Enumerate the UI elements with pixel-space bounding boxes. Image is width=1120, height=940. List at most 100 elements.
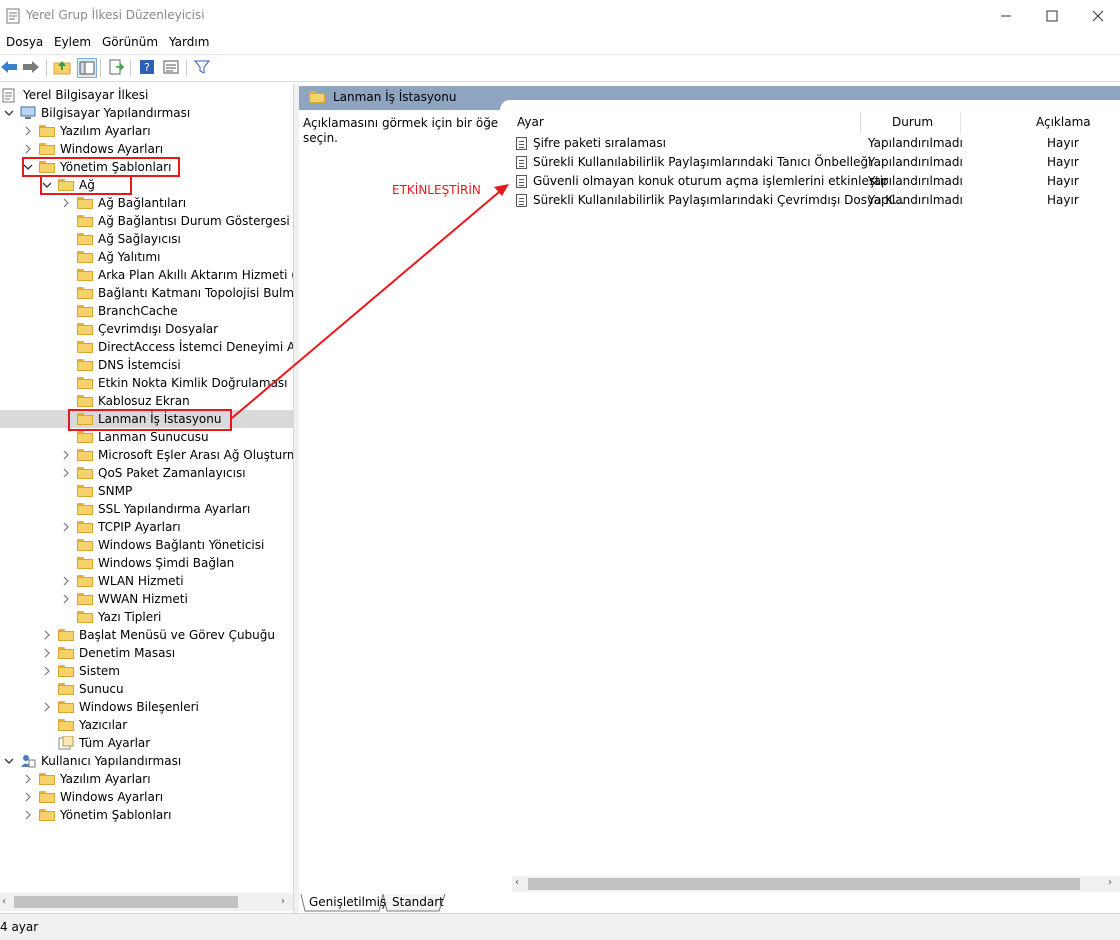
show-hide-tree-icon[interactable] bbox=[77, 58, 97, 78]
list-row[interactable]: Şifre paketi sıralaması Yapılandırılmadı H… bbox=[514, 134, 1114, 153]
tree-computer-config[interactable]: Bilgisayar Yapılandırması bbox=[0, 104, 293, 122]
tree-horizontal-scrollbar[interactable]: ‹ › bbox=[0, 893, 293, 911]
column-comment[interactable]: Açıklama bbox=[1036, 115, 1091, 129]
folder-icon bbox=[77, 377, 93, 389]
chevron-down-icon[interactable] bbox=[4, 104, 14, 122]
tree-network-item-label: WWAN Hizmeti bbox=[98, 592, 188, 606]
tree-admin-item[interactable]: Yazıcılar bbox=[0, 716, 293, 734]
tree-network-item[interactable]: SNMP bbox=[0, 482, 293, 500]
chevron-right-icon[interactable] bbox=[42, 626, 52, 644]
scrollbar-thumb[interactable] bbox=[528, 878, 1080, 890]
tree-admin-item[interactable]: Sistem bbox=[0, 662, 293, 680]
tree-network-item[interactable]: Ağ Bağlantısı Durum Göstergesi bbox=[0, 212, 293, 230]
chevron-right-icon[interactable] bbox=[42, 644, 52, 662]
folder-icon bbox=[58, 629, 74, 641]
scroll-left-icon[interactable]: ‹ bbox=[515, 877, 519, 888]
tree-admin-item[interactable]: Başlat Menüsü ve Görev Çubuğu bbox=[0, 626, 293, 644]
menu-file[interactable]: Dosya bbox=[6, 35, 43, 49]
scroll-right-icon[interactable]: › bbox=[281, 896, 285, 907]
scrollbar-thumb[interactable] bbox=[14, 896, 238, 908]
maximize-button[interactable] bbox=[1029, 0, 1075, 32]
tree-network-item-label: Arka Plan Akıllı Aktarım Hizmeti (BITS) bbox=[98, 268, 293, 282]
column-divider[interactable] bbox=[860, 112, 861, 134]
tree-network-item[interactable]: DirectAccess İstemci Deneyimi Ayarları bbox=[0, 338, 293, 356]
tree-user-config[interactable]: Kullanıcı Yapılandırması bbox=[0, 752, 293, 770]
tree-network-item[interactable]: TCPIP Ayarları bbox=[0, 518, 293, 536]
computer-icon bbox=[20, 106, 36, 120]
menu-help[interactable]: Yardım bbox=[169, 35, 209, 49]
tree-cc-windows[interactable]: Windows Ayarları bbox=[0, 140, 293, 158]
column-setting[interactable]: Ayar bbox=[517, 115, 544, 129]
tree-admin-item[interactable]: Denetim Masası bbox=[0, 644, 293, 662]
scroll-right-icon[interactable]: › bbox=[1108, 877, 1112, 888]
tree-network-item[interactable]: SSL Yapılandırma Ayarları bbox=[0, 500, 293, 518]
folder-icon bbox=[39, 125, 55, 137]
export-list-icon[interactable] bbox=[107, 58, 125, 76]
tree-network-item[interactable]: Ağ Bağlantıları bbox=[0, 194, 293, 212]
tree-admin-item[interactable]: Windows Bileşenleri bbox=[0, 698, 293, 716]
menu-view[interactable]: Görünüm bbox=[102, 35, 158, 49]
tree-uc-item[interactable]: Yazılım Ayarları bbox=[0, 770, 293, 788]
list-row[interactable]: Sürekli Kullanılabilirlik Paylaşımlarınd… bbox=[514, 153, 1114, 172]
properties-icon[interactable] bbox=[162, 58, 180, 76]
tree-network-item[interactable]: WWAN Hizmeti bbox=[0, 590, 293, 608]
chevron-right-icon[interactable] bbox=[61, 194, 71, 212]
tree-root[interactable]: Yerel Bilgisayar İlkesi bbox=[0, 86, 293, 104]
chevron-right-icon[interactable] bbox=[23, 140, 33, 158]
minimize-button[interactable] bbox=[983, 0, 1029, 32]
tab-extended[interactable]: Genişletilmiş bbox=[301, 893, 394, 911]
help-icon[interactable]: ? bbox=[138, 58, 156, 76]
chevron-right-icon[interactable] bbox=[61, 464, 71, 482]
chevron-right-icon[interactable] bbox=[23, 122, 33, 140]
chevron-right-icon[interactable] bbox=[23, 788, 33, 806]
tree-network-item[interactable]: QoS Paket Zamanlayıcısı bbox=[0, 464, 293, 482]
chevron-right-icon[interactable] bbox=[42, 698, 52, 716]
tree-network-item[interactable]: Windows Bağlantı Yöneticisi bbox=[0, 536, 293, 554]
tree-network-item[interactable]: WLAN Hizmeti bbox=[0, 572, 293, 590]
tree-uc-item[interactable]: Yönetim Şablonları bbox=[0, 806, 293, 824]
close-button[interactable] bbox=[1075, 0, 1120, 32]
tree-admin-item[interactable]: Sunucu bbox=[0, 680, 293, 698]
tab-standard[interactable]: Standart bbox=[384, 893, 452, 911]
folder-icon bbox=[77, 323, 93, 335]
chevron-right-icon[interactable] bbox=[61, 518, 71, 536]
back-arrow-icon[interactable] bbox=[0, 58, 18, 76]
tree-network-item[interactable]: Microsoft Eşler Arası Ağ Oluşturma Hizme… bbox=[0, 446, 293, 464]
tree-network-item-label: TCPIP Ayarları bbox=[98, 520, 181, 534]
tree-admin-item[interactable]: Tüm Ayarlar bbox=[0, 734, 293, 752]
tree-network-item[interactable]: Windows Şimdi Bağlan bbox=[0, 554, 293, 572]
tree-network-item-label: QoS Paket Zamanlayıcısı bbox=[98, 466, 246, 480]
chevron-right-icon[interactable] bbox=[42, 662, 52, 680]
scroll-left-icon[interactable]: ‹ bbox=[2, 896, 6, 907]
up-folder-icon[interactable] bbox=[53, 58, 71, 76]
folder-icon bbox=[77, 593, 93, 605]
folder-icon bbox=[77, 521, 93, 533]
tree-cc-software[interactable]: Yazılım Ayarları bbox=[0, 122, 293, 140]
tree-network-item[interactable]: BranchCache bbox=[0, 302, 293, 320]
list-row[interactable]: Güvenli olmayan konuk oturum açma işleml… bbox=[514, 172, 1114, 191]
tree-network-item[interactable]: DNS İstemcisi bbox=[0, 356, 293, 374]
column-divider[interactable] bbox=[960, 112, 961, 134]
tree-network-item[interactable]: Ağ Sağlayıcısı bbox=[0, 230, 293, 248]
tree-network-item[interactable]: Çevrimdışı Dosyalar bbox=[0, 320, 293, 338]
tree-network-item[interactable]: Arka Plan Akıllı Aktarım Hizmeti (BITS) bbox=[0, 266, 293, 284]
forward-arrow-icon[interactable] bbox=[22, 58, 40, 76]
chevron-right-icon[interactable] bbox=[61, 572, 71, 590]
tree-network-item[interactable]: Bağlantı Katmanı Topolojisi Bulma bbox=[0, 284, 293, 302]
column-state[interactable]: Durum bbox=[892, 115, 933, 129]
chevron-down-icon[interactable] bbox=[4, 752, 14, 770]
chevron-right-icon[interactable] bbox=[23, 770, 33, 788]
menu-bar: Dosya Eylem Görünüm Yardım bbox=[0, 32, 1120, 54]
tree-network-item[interactable]: Yazı Tipleri bbox=[0, 608, 293, 626]
chevron-right-icon[interactable] bbox=[61, 446, 71, 464]
chevron-right-icon[interactable] bbox=[61, 590, 71, 608]
list-horizontal-scrollbar[interactable]: ‹ › bbox=[512, 876, 1120, 892]
tree-network-item[interactable]: Kablosuz Ekran bbox=[0, 392, 293, 410]
tree-network-item[interactable]: Etkin Nokta Kimlik Doğrulaması bbox=[0, 374, 293, 392]
filter-icon[interactable] bbox=[193, 58, 211, 76]
list-row[interactable]: Sürekli Kullanılabilirlik Paylaşımlarınd… bbox=[514, 191, 1114, 210]
menu-action[interactable]: Eylem bbox=[54, 35, 91, 49]
chevron-right-icon[interactable] bbox=[23, 806, 33, 824]
tree-uc-item[interactable]: Windows Ayarları bbox=[0, 788, 293, 806]
tree-network-item[interactable]: Ağ Yalıtımı bbox=[0, 248, 293, 266]
